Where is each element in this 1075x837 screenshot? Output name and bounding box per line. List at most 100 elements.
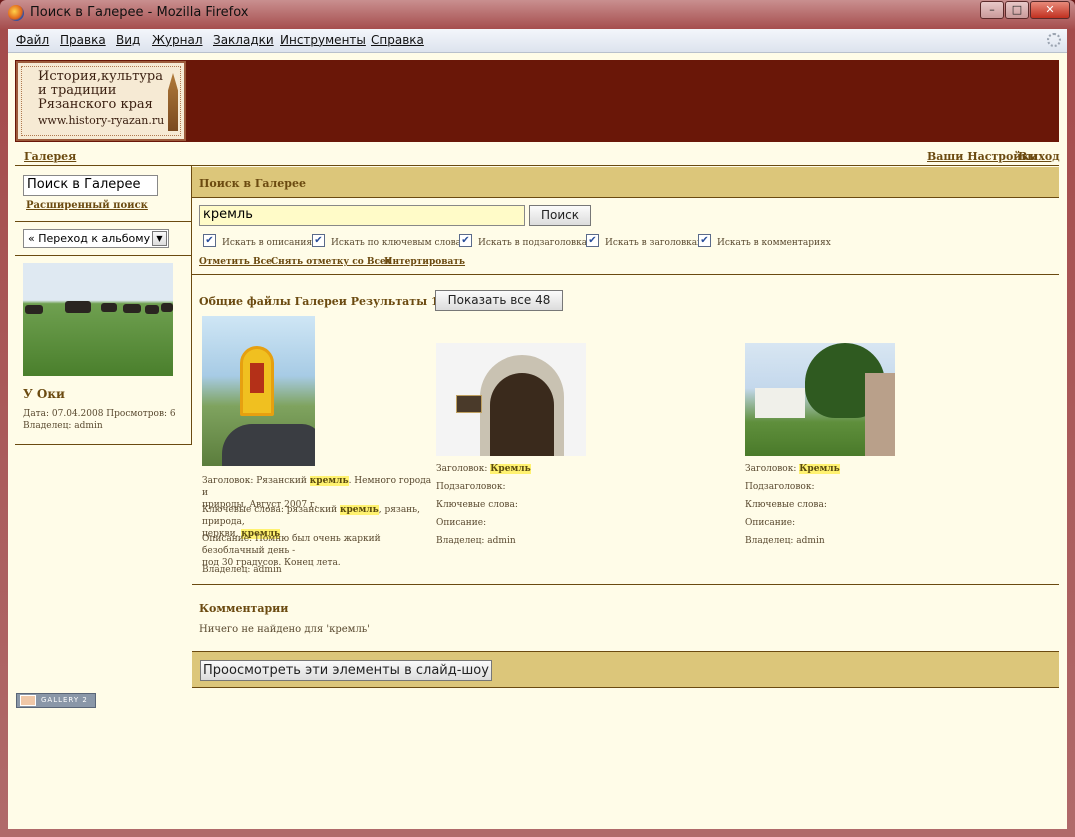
gallery2-badge[interactable]: GALLERY 2	[16, 693, 96, 708]
slideshow-button[interactable]: Проосмотреть эти элементы в слайд-шоу	[200, 660, 492, 681]
cow-shape	[101, 303, 117, 312]
maximize-button[interactable]: □	[1005, 1, 1029, 19]
album-jump-select[interactable]: « Переход к альбому » ▼	[23, 229, 169, 248]
logo-url: www.history-ryazan.ru	[38, 114, 165, 127]
result-title-text: Заголовок:	[745, 464, 800, 474]
badge-text: GALLERY 2	[41, 696, 88, 704]
result-subtitle: Подзаголовок:	[745, 482, 815, 492]
divider	[15, 255, 191, 256]
checkbox-titles[interactable]: ✔	[586, 234, 599, 247]
door-shape	[490, 373, 554, 456]
comments-empty-message: Ничего не найдено для 'кремль'	[199, 624, 370, 635]
logo-text: История,культура и традиции Рязанского к…	[38, 69, 163, 112]
result-owner: Владелец: admin	[202, 565, 282, 575]
checkbox-subtitles[interactable]: ✔	[459, 234, 472, 247]
site-banner: История,культура и традиции Рязанского к…	[15, 60, 1059, 142]
menu-view[interactable]: Вид	[116, 33, 140, 47]
wall-shape	[865, 373, 895, 456]
cow-shape	[25, 305, 43, 314]
results-title: Общие файлы Галереи Результаты 1 - 3	[199, 295, 459, 308]
result-subtitle: Подзаголовок:	[436, 482, 506, 492]
site-logo[interactable]: История,культура и традиции Рязанского к…	[16, 61, 186, 141]
browser-window: Поиск в Галерее - Mozilla Firefox – □ ✕ …	[0, 0, 1075, 837]
result-title-text: Заголовок:	[436, 464, 491, 474]
result-thumbnail[interactable]	[436, 343, 586, 456]
menu-bookmarks[interactable]: Закладки	[213, 33, 274, 47]
firefox-icon	[8, 5, 24, 21]
page-content: История,культура и традиции Рязанского к…	[8, 53, 1067, 829]
result-keywords: Ключевые слова:	[745, 500, 827, 510]
cow-shape	[145, 305, 159, 314]
menu-file[interactable]: Файл	[16, 33, 49, 47]
album-jump-label: « Переход к альбому »	[28, 232, 161, 245]
search-button[interactable]: Поиск	[529, 205, 591, 226]
title-bar[interactable]: Поиск в Галерее - Mozilla Firefox – □ ✕	[0, 0, 1075, 28]
result-keywords: Ключевые слова:	[436, 500, 518, 510]
menu-help[interactable]: Справка	[371, 33, 424, 47]
sidebar-search-input[interactable]: Поиск в Галерее	[23, 175, 158, 196]
throbber-icon	[1047, 33, 1061, 47]
result-owner: Владелец: admin	[436, 536, 516, 546]
logout-link[interactable]: Выход	[1018, 150, 1060, 163]
uncheck-all-link[interactable]: Снять отметку со Всех	[271, 257, 391, 267]
menu-edit[interactable]: Правка	[60, 33, 106, 47]
menu-bar: Файл Правка Вид Журнал Закладки Инструме…	[8, 29, 1067, 53]
close-button[interactable]: ✕	[1030, 1, 1070, 19]
result-description: Описание:	[745, 518, 796, 528]
highlight: Кремль	[490, 464, 531, 474]
result-title-text: Заголовок: Рязанский	[202, 476, 310, 486]
invert-selection-link[interactable]: Интертировать	[384, 257, 465, 267]
section-header: Поиск в Галерее	[192, 167, 1059, 198]
checkbox-label: Искать по ключевым словам	[331, 238, 469, 248]
chevron-down-icon[interactable]: ▼	[152, 231, 167, 246]
icon-sign-shape	[240, 346, 274, 416]
building-shape	[755, 388, 805, 418]
advanced-search-link[interactable]: Расширенный поиск	[26, 200, 148, 211]
church-spire-icon	[168, 73, 178, 131]
main-panel: Поиск в Галерее кремль Поиск ✔ Искать в …	[192, 166, 1059, 688]
cow-shape	[161, 303, 173, 312]
slideshow-bar: Проосмотреть эти элементы в слайд-шоу	[192, 651, 1059, 688]
divider	[192, 274, 1059, 275]
result-owner: Владелец: admin	[745, 536, 825, 546]
checkbox-comments[interactable]: ✔	[698, 234, 711, 247]
show-all-button[interactable]: Показать все 48	[435, 290, 563, 311]
highlight: кремль	[339, 505, 379, 515]
random-image-date: Дата: 07.04.2008 Просмотров: 6	[23, 409, 176, 419]
car-shape	[222, 424, 315, 466]
divider	[192, 584, 1059, 585]
sidebar: Поиск в Галерее Расширенный поиск « Пере…	[15, 166, 192, 445]
plaque-shape	[456, 395, 482, 413]
random-image-title[interactable]: У Оки	[23, 387, 65, 401]
result-description-text: Описание: Помню был очень жаркий безобла…	[202, 534, 381, 556]
checkbox-label: Искать в комментариях	[717, 238, 831, 248]
checkbox-label: Искать в подзаголовках	[478, 238, 593, 248]
highlight: Кремль	[799, 464, 840, 474]
result-keywords-text: Ключевые слова: рязанский	[202, 505, 340, 515]
cow-shape	[123, 304, 141, 313]
check-all-link[interactable]: Отметить Все	[199, 257, 272, 267]
menu-history[interactable]: Журнал	[152, 33, 203, 47]
divider	[15, 221, 191, 222]
minimize-button[interactable]: –	[980, 1, 1004, 19]
breadcrumb-gallery-link[interactable]: Галерея	[24, 150, 76, 163]
random-image-thumbnail[interactable]	[23, 263, 173, 376]
cow-shape	[65, 301, 91, 313]
search-input[interactable]: кремль	[199, 205, 525, 226]
checkbox-label: Искать в описаниях	[222, 238, 318, 248]
result-title: Заголовок: Кремль	[745, 463, 840, 475]
result-thumbnail[interactable]	[745, 343, 895, 456]
menu-tools[interactable]: Инструменты	[280, 33, 366, 47]
window-title: Поиск в Галерее - Mozilla Firefox	[30, 5, 249, 20]
page-title: Поиск в Галерее	[199, 177, 306, 190]
result-thumbnail[interactable]	[202, 316, 315, 466]
comments-title: Комментарии	[199, 602, 289, 615]
result-description: Описание:	[436, 518, 487, 528]
random-image-owner: Владелец: admin	[23, 421, 103, 431]
checkbox-keywords[interactable]: ✔	[312, 234, 325, 247]
checkbox-label: Искать в заголовках	[605, 238, 703, 248]
highlight: кремль	[309, 476, 349, 486]
gallery-logo-icon	[20, 695, 36, 706]
checkbox-descriptions[interactable]: ✔	[203, 234, 216, 247]
result-title: Заголовок: Кремль	[436, 463, 531, 475]
